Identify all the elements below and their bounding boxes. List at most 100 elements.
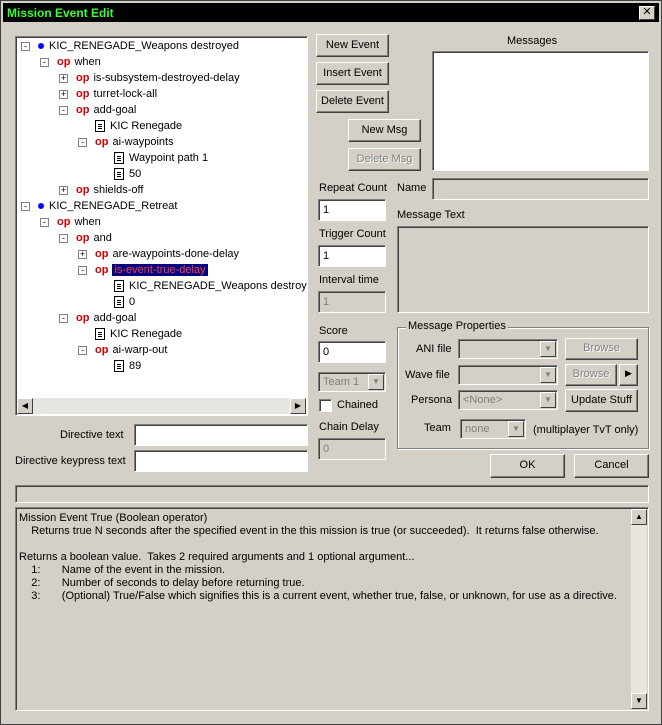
persona-select[interactable]: <None> ▼ — [458, 390, 558, 410]
tree-node[interactable]: KIC Renegade — [95, 120, 182, 133]
chevron-down-icon[interactable]: ▼ — [540, 341, 556, 357]
scroll-down-icon[interactable]: ▼ — [631, 693, 647, 709]
ani-browse-button[interactable]: Browse — [565, 338, 638, 360]
tree-node[interactable]: op add-goal — [76, 312, 136, 324]
chevron-down-icon[interactable]: ▼ — [368, 374, 384, 390]
chevron-down-icon[interactable]: ▼ — [540, 367, 556, 383]
tree-node-label: KIC Renegade — [110, 328, 183, 340]
tree-node[interactable]: op shields-off — [76, 184, 143, 196]
tree-node-label: shields-off — [93, 184, 144, 196]
ani-file-label: ANI file — [416, 343, 452, 355]
wave-file-select[interactable]: ▼ — [458, 365, 558, 385]
score-value: 0 — [323, 346, 330, 358]
directive-keypress-input[interactable] — [134, 450, 308, 472]
tree-node[interactable]: op when — [57, 216, 101, 228]
chain-delay-input[interactable]: 0 — [318, 438, 386, 460]
operator-icon: op — [76, 88, 90, 100]
chevron-down-icon[interactable]: ▼ — [508, 421, 524, 437]
expand-icon[interactable]: + — [78, 250, 87, 259]
delete-event-button[interactable]: Delete Event — [316, 90, 389, 113]
chained-checkbox[interactable] — [319, 399, 332, 412]
collapse-icon[interactable]: - — [78, 266, 87, 275]
interval-time-label: Interval time — [319, 274, 379, 286]
tree-node[interactable]: KIC_RENEGADE_Weapons destroyed — [114, 280, 308, 293]
operator-icon: op — [76, 72, 90, 84]
ani-file-select[interactable]: ▼ — [458, 339, 558, 359]
tree-node[interactable]: op add-goal — [76, 104, 136, 116]
directive-keypress-label: Directive keypress text — [15, 455, 126, 467]
new-msg-button[interactable]: New Msg — [348, 119, 421, 142]
tree-node[interactable]: op is-event-true-delay — [95, 264, 208, 276]
tree-node[interactable]: op are-waypoints-done-delay — [95, 248, 239, 260]
scroll-left-icon[interactable]: ◀ — [17, 398, 33, 414]
expand-icon[interactable]: + — [59, 74, 68, 83]
tree-node[interactable]: 0 — [114, 296, 135, 309]
data-node-icon — [95, 328, 105, 341]
tree-node[interactable]: 50 — [114, 168, 142, 181]
expand-icon[interactable]: + — [59, 90, 68, 99]
tree-node[interactable]: Waypoint path 1 — [114, 152, 209, 165]
new-event-button[interactable]: New Event — [316, 34, 389, 57]
tree-node[interactable]: op and — [76, 232, 112, 244]
trigger-count-input[interactable]: 1 — [318, 245, 386, 267]
tree-node[interactable]: op ai-waypoints — [95, 136, 174, 148]
message-properties-title: Message Properties — [406, 320, 508, 332]
collapse-icon[interactable]: - — [59, 314, 68, 323]
play-icon[interactable]: ▶ — [619, 364, 638, 386]
collapse-icon[interactable]: - — [78, 138, 87, 147]
help-vertical-scrollbar[interactable]: ▲ ▼ — [631, 509, 647, 709]
team-select[interactable]: Team 1 ▼ — [318, 372, 386, 392]
event-tree[interactable]: - KIC_RENEGADE_Weapons destroyed - op when + o… — [15, 36, 308, 416]
cancel-button[interactable]: Cancel — [574, 454, 649, 478]
tree-node[interactable]: op is-subsystem-destroyed-delay — [76, 72, 240, 84]
data-node-icon — [114, 296, 124, 309]
collapse-icon[interactable]: - — [40, 58, 49, 67]
collapse-icon[interactable]: - — [21, 42, 30, 51]
update-stuff-button[interactable]: Update Stuff — [565, 389, 638, 412]
trigger-count-value: 1 — [323, 250, 330, 262]
title-bar: Mission Event Edit ✕ — [3, 3, 659, 22]
help-text: Mission Event True (Boolean operator) Re… — [19, 512, 617, 602]
close-icon[interactable]: ✕ — [639, 6, 655, 20]
msg-team-select[interactable]: none ▼ — [460, 419, 526, 439]
ok-button[interactable]: OK — [490, 454, 565, 478]
messages-list[interactable] — [432, 51, 649, 171]
insert-event-button[interactable]: Insert Event — [316, 62, 389, 85]
tree-node[interactable]: op ai-warp-out — [95, 344, 167, 356]
collapse-icon[interactable]: - — [59, 234, 68, 243]
persona-value: <None> — [463, 394, 503, 406]
tree-node-label: KIC_RENEGADE_Weapons destroyed — [129, 280, 308, 292]
tree-node[interactable]: 89 — [114, 360, 141, 373]
collapse-icon[interactable]: - — [40, 218, 49, 227]
help-text-area[interactable]: Mission Event True (Boolean operator) Re… — [15, 507, 649, 711]
directive-text-input[interactable] — [134, 424, 308, 446]
collapse-icon[interactable]: - — [59, 106, 68, 115]
operator-icon: op — [76, 232, 90, 244]
delete-msg-button[interactable]: Delete Msg — [348, 148, 421, 171]
chain-delay-label: Chain Delay — [319, 421, 379, 433]
tree-horizontal-scrollbar[interactable]: ◀ ▶ — [17, 398, 306, 414]
score-input[interactable]: 0 — [318, 341, 386, 363]
scroll-up-icon[interactable]: ▲ — [631, 509, 647, 525]
tree-node[interactable]: KIC Renegade — [95, 328, 183, 341]
chevron-down-icon[interactable]: ▼ — [540, 392, 556, 408]
interval-time-input[interactable]: 1 — [318, 291, 386, 313]
tree-node[interactable]: op turret-lock-all — [76, 88, 157, 100]
repeat-count-input[interactable]: 1 — [318, 199, 386, 221]
event-bullet-icon — [38, 203, 44, 210]
tree-node-label: Waypoint path 1 — [129, 152, 209, 164]
tree-node-label: 50 — [129, 168, 142, 180]
tree-node[interactable]: KIC_RENEGADE_Weapons destroyed — [38, 40, 239, 52]
wave-browse-button[interactable]: Browse — [565, 364, 617, 386]
expand-icon[interactable]: + — [59, 186, 68, 195]
collapse-icon[interactable]: - — [21, 202, 30, 211]
tree-node-label: add-goal — [93, 104, 137, 116]
tree-node[interactable]: op when — [57, 56, 101, 68]
score-label: Score — [319, 325, 348, 337]
scroll-right-icon[interactable]: ▶ — [290, 398, 306, 414]
collapse-icon[interactable]: - — [78, 346, 87, 355]
name-input[interactable] — [432, 178, 649, 200]
message-text-input[interactable] — [397, 226, 649, 313]
tree-node[interactable]: KIC_RENEGADE_Retreat — [38, 200, 177, 212]
wave-file-label: Wave file — [405, 369, 450, 381]
